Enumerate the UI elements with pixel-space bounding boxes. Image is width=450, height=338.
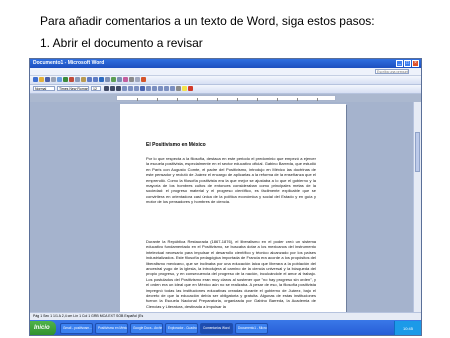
caption-line-2: 1. Abrir el documento a revisar <box>40 36 203 50</box>
print-icon[interactable] <box>51 77 56 82</box>
zoom-icon[interactable] <box>135 77 140 82</box>
task-button[interactable]: Documento1 - Micros... <box>235 323 268 334</box>
cut-icon[interactable] <box>69 77 74 82</box>
copy-icon[interactable] <box>75 77 80 82</box>
bold-icon[interactable] <box>104 86 109 91</box>
pdf-icon[interactable] <box>141 77 146 82</box>
drawing-icon[interactable] <box>123 77 128 82</box>
italic-icon[interactable] <box>110 86 115 91</box>
menu-bar: Archivo Edición Ver Insertar Formato Her… <box>30 68 421 82</box>
task-button[interactable]: Google Docs - Archivos... <box>130 323 163 334</box>
underline-icon[interactable] <box>116 86 121 91</box>
window-title: Documento1 - Microsoft Word <box>33 60 105 66</box>
taskbar: Inicio Gmail - positivosm... Positivismo… <box>30 320 421 335</box>
status-text: Pág 1 Sec 1 1/1 A 2,4 cm Lín 1 Col 1 GRB… <box>33 314 144 318</box>
line-spacing-icon[interactable] <box>146 86 151 91</box>
new-doc-icon[interactable] <box>33 77 38 82</box>
help-question-input[interactable]: Escriba una pregunta <box>375 69 409 74</box>
task-button[interactable]: Comentarios Word <box>200 323 233 334</box>
style-select[interactable]: Normal <box>33 86 55 91</box>
maximize-button[interactable]: □ <box>404 60 411 67</box>
start-button[interactable]: Inicio <box>30 321 56 335</box>
bullets-icon[interactable] <box>158 86 163 91</box>
font-color-icon[interactable] <box>188 86 193 91</box>
paragraph-1: Por lo que respecta a la filosofía, dest… <box>146 156 316 205</box>
print-preview-icon[interactable] <box>57 77 62 82</box>
redo-icon[interactable] <box>93 77 98 82</box>
window-controls: _ □ × <box>396 60 419 67</box>
highlight-icon[interactable] <box>182 86 187 91</box>
standard-toolbar <box>30 76 421 85</box>
status-bar: Pág 1 Sec 1 1/1 A 2,4 cm Lín 1 Col 1 GRB… <box>30 312 421 320</box>
taskbar-tasks: Gmail - positivosm... Positivismo en Méx… <box>60 323 268 334</box>
font-select[interactable]: Times New Roman <box>57 86 89 91</box>
paragraph-2: Durante la República Restaurada (1867-18… <box>146 239 316 309</box>
word-screenshot: Documento1 - Microsoft Word _ □ × Archiv… <box>29 58 422 336</box>
excel-icon[interactable] <box>111 77 116 82</box>
align-right-icon[interactable] <box>134 86 139 91</box>
minimize-button[interactable]: _ <box>396 60 403 67</box>
task-button[interactable]: Explorador - Cuadros... <box>165 323 198 334</box>
save-icon[interactable] <box>45 77 50 82</box>
task-button[interactable]: Positivismo en México <box>95 323 128 334</box>
undo-icon[interactable] <box>87 77 92 82</box>
system-tray-clock[interactable]: 10:45 <box>394 321 421 335</box>
show-hide-icon[interactable] <box>129 77 134 82</box>
caption-line-1: Para añadir comentarios a un texto de Wo… <box>40 14 375 28</box>
formatting-toolbar: Normal Times New Roman 12 <box>30 85 421 94</box>
close-button[interactable]: × <box>412 60 419 67</box>
open-folder-icon[interactable] <box>39 77 44 82</box>
align-center-icon[interactable] <box>128 86 133 91</box>
paste-icon[interactable] <box>81 77 86 82</box>
hyperlink-icon[interactable] <box>99 77 104 82</box>
numbering-icon[interactable] <box>152 86 157 91</box>
decrease-indent-icon[interactable] <box>164 86 169 91</box>
spelling-icon[interactable] <box>63 77 68 82</box>
scroll-thumb[interactable] <box>415 132 420 172</box>
columns-icon[interactable] <box>117 77 122 82</box>
document-page[interactable]: El Positivismo en México Por lo que resp… <box>120 104 346 314</box>
justify-icon[interactable] <box>140 86 145 91</box>
increase-indent-icon[interactable] <box>170 86 175 91</box>
border-icon[interactable] <box>176 86 181 91</box>
horizontal-ruler[interactable] <box>116 95 336 101</box>
document-heading: El Positivismo en México <box>146 142 206 148</box>
table-icon[interactable] <box>105 77 110 82</box>
align-left-icon[interactable] <box>122 86 127 91</box>
size-select[interactable]: 12 <box>91 86 101 91</box>
vertical-scrollbar[interactable] <box>413 102 421 312</box>
task-button[interactable]: Gmail - positivosm... <box>60 323 93 334</box>
title-bar: Documento1 - Microsoft Word _ □ × <box>30 59 421 68</box>
